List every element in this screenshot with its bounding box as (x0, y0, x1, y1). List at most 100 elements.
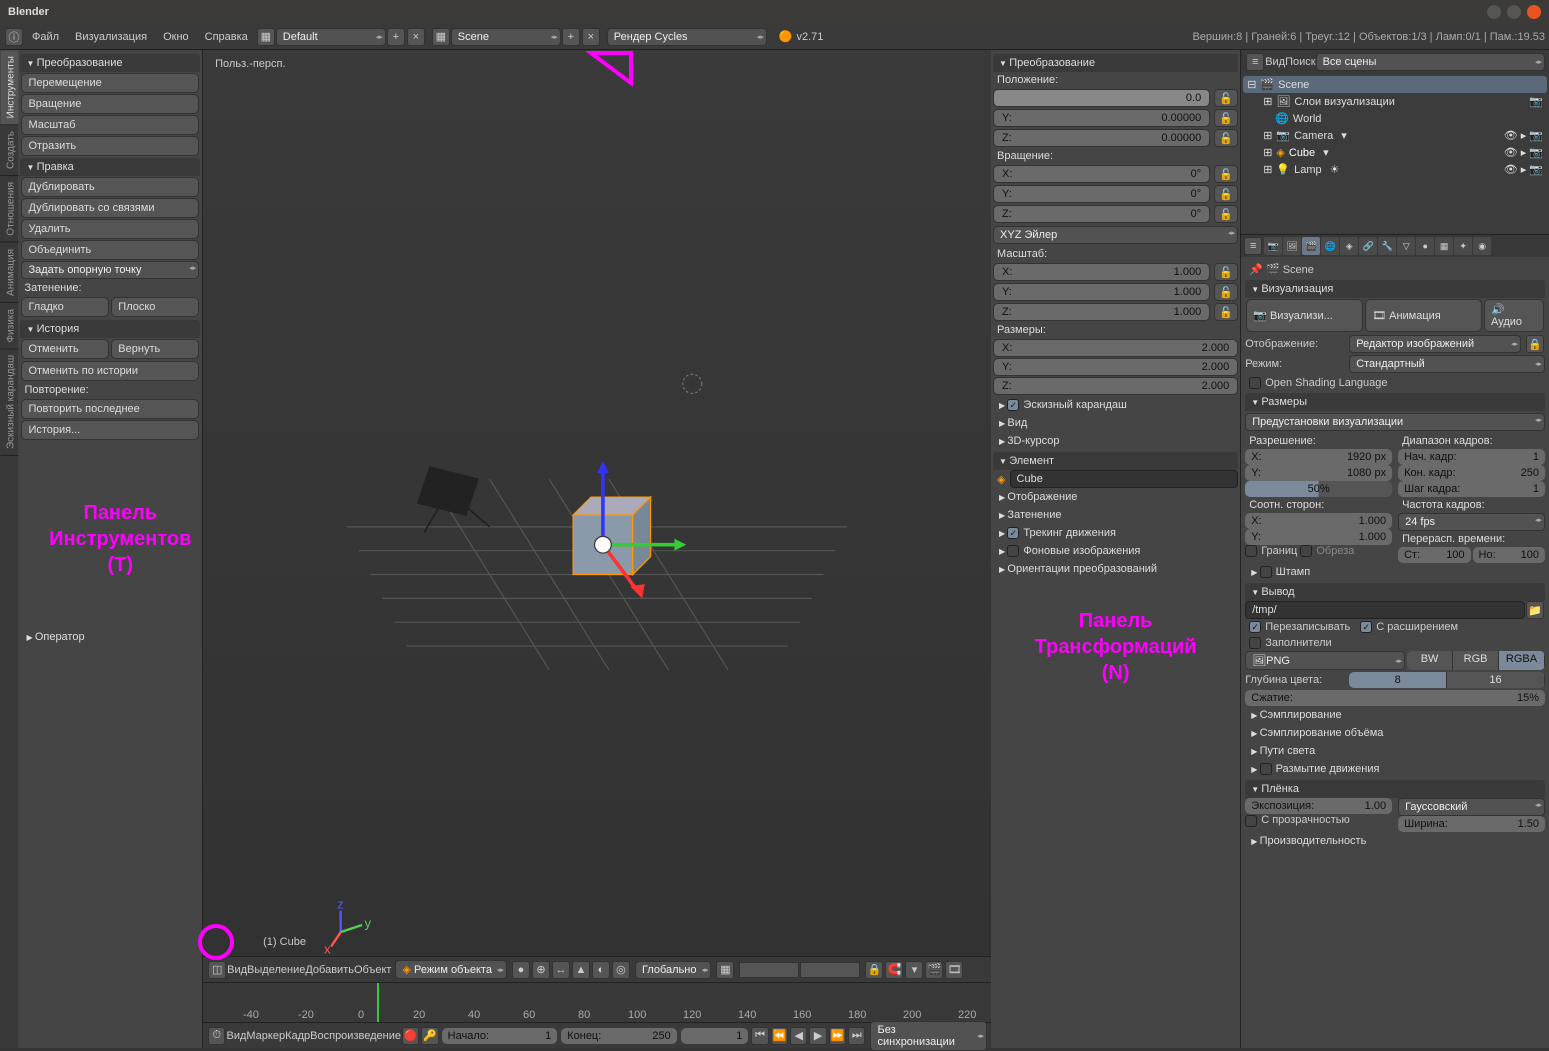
frame-step-field[interactable]: Шаг кадра:1 (1398, 481, 1545, 497)
render-anim-icon[interactable]: 🎞 (945, 961, 963, 979)
frame-current-field[interactable]: 1 (681, 1028, 749, 1044)
outliner-menu-search[interactable]: Поиск (1285, 56, 1315, 68)
performance-header[interactable]: Производительность (1245, 832, 1545, 850)
rot-x-field[interactable]: X:0° (993, 165, 1210, 183)
rotation-mode-dropdown[interactable]: XYZ Эйлер (993, 226, 1238, 244)
frame-start-field[interactable]: Начало:1 (442, 1028, 558, 1044)
scene-layers[interactable] (739, 962, 799, 978)
dim-z-field[interactable]: Z:2.000 (993, 377, 1238, 395)
render-button[interactable]: 📷 Визуализи... (1246, 299, 1363, 332)
operator-header[interactable]: Оператор (20, 628, 200, 646)
outliner-filter[interactable]: Все сцены (1316, 53, 1545, 71)
manipulator-translate-icon[interactable]: ▲ (572, 961, 590, 979)
filter-width-field[interactable]: Ширина:1.50 (1398, 816, 1545, 832)
placeholders-checkbox[interactable] (1249, 637, 1261, 649)
color-depth-toggle[interactable]: 816 (1349, 672, 1545, 688)
loc-y-field[interactable]: Y:0.00000 (993, 109, 1210, 127)
dimensions-panel-header[interactable]: Размеры (1245, 393, 1545, 411)
display-mode-dropdown[interactable]: Редактор изображений (1349, 335, 1521, 353)
vtab-relations[interactable]: Отношения (0, 176, 18, 243)
lock-loc-x-icon[interactable]: 🔓 (1214, 89, 1238, 107)
output-path-input[interactable] (1245, 601, 1525, 619)
ptab-particles[interactable]: ✦ (1454, 237, 1472, 255)
view3d-editor-icon[interactable]: ◫ (208, 961, 226, 979)
render-engine-selector[interactable]: Рендер Cycles (607, 28, 767, 46)
loc-x-field[interactable]: 0.0 (993, 89, 1210, 107)
compression-field[interactable]: Сжатие:15% (1245, 690, 1545, 706)
ptab-scene[interactable]: 🎬 (1302, 237, 1320, 255)
aspect-x-field[interactable]: X:1.000 (1245, 513, 1392, 529)
lock-loc-z-icon[interactable]: 🔓 (1214, 129, 1238, 147)
vp-menu-object[interactable]: Объект (354, 964, 391, 976)
n-shading-header[interactable]: Затенение (993, 506, 1238, 524)
shading-solid-icon[interactable]: ● (512, 961, 530, 979)
repeat-last-button[interactable]: Повторить последнее (21, 399, 199, 419)
breadcrumb-scene[interactable]: Scene (1283, 264, 1314, 276)
dim-x-field[interactable]: X:2.000 (993, 339, 1238, 357)
render-panel-header[interactable]: Визуализация (1245, 280, 1545, 298)
lock-rot-x-icon[interactable]: 🔓 (1214, 165, 1238, 183)
edit-header[interactable]: Правка (20, 158, 200, 176)
pivot-icon[interactable]: ⊕ (532, 961, 550, 979)
ptab-physics[interactable]: ◉ (1473, 237, 1491, 255)
n-orient-header[interactable]: Ориентации преобразований (993, 560, 1238, 578)
n-item-header[interactable]: Элемент (993, 452, 1238, 470)
ptab-constraints[interactable]: 🔗 (1359, 237, 1377, 255)
loc-z-field[interactable]: Z:0.00000 (993, 129, 1210, 147)
res-y-field[interactable]: Y:1080 px (1245, 465, 1392, 481)
motion-blur-header[interactable]: Размытие движения (1245, 760, 1545, 778)
duplicate-linked-button[interactable]: Дублировать со связями (21, 198, 199, 218)
layout-browse-icon[interactable]: ▦ (257, 28, 275, 46)
menu-help[interactable]: Справка (197, 31, 256, 43)
scale-y-field[interactable]: Y:1.000 (993, 283, 1210, 301)
menu-window[interactable]: Окно (155, 31, 197, 43)
vtab-animation[interactable]: Анимация (0, 243, 18, 303)
stamp-header[interactable]: Штамп (1245, 563, 1545, 581)
end-frame-field[interactable]: Кон. кадр:250 (1398, 465, 1545, 481)
frame-end-field[interactable]: Конец:250 (561, 1028, 677, 1044)
scene-selector[interactable]: Scene (451, 28, 561, 46)
outliner-menu-view[interactable]: Вид (1265, 56, 1285, 68)
lock-rot-z-icon[interactable]: 🔓 (1214, 205, 1238, 223)
render-audio-button[interactable]: 🔊 Аудио (1484, 299, 1544, 332)
mirror-button[interactable]: Отразить (21, 136, 199, 156)
shade-smooth-button[interactable]: Гладко (21, 297, 109, 317)
n-gpencil-header[interactable]: Эскизный карандаш (993, 396, 1238, 414)
transform-header[interactable]: Преобразование (20, 54, 200, 72)
border-checkbox[interactable] (1245, 545, 1257, 557)
vp-menu-select[interactable]: Выделение (247, 964, 305, 976)
filter-dropdown[interactable]: Гауссовский (1398, 798, 1545, 816)
ptab-render[interactable]: 📷 (1264, 237, 1282, 255)
crop-checkbox[interactable] (1300, 545, 1312, 557)
n-transform-header[interactable]: Преобразование (993, 54, 1238, 72)
tree-cube[interactable]: ⊞◈Cube▾👁 ▸ 📷 (1243, 144, 1547, 161)
ext-checkbox[interactable] (1360, 621, 1372, 633)
format-dropdown[interactable]: 🖼 PNG (1245, 651, 1405, 670)
translate-button[interactable]: Перемещение (21, 73, 199, 93)
volume-sampling-header[interactable]: Сэмплирование объёма (1245, 724, 1545, 742)
menu-file[interactable]: Файл (24, 31, 67, 43)
maximize-icon[interactable] (1507, 5, 1521, 19)
del-layout-icon[interactable]: × (407, 28, 425, 46)
n-cursor-header[interactable]: 3D-курсор (993, 432, 1238, 450)
lock-scale-z-icon[interactable]: 🔓 (1214, 303, 1238, 321)
tree-world[interactable]: 🌐World (1243, 110, 1547, 127)
vtab-create[interactable]: Создать (0, 125, 18, 176)
jump-end-icon[interactable]: ⏭ (848, 1027, 865, 1045)
vp-menu-view[interactable]: Вид (227, 964, 247, 976)
mode-selector[interactable]: ◈ Режим объекта (395, 960, 507, 979)
aspect-y-field[interactable]: Y:1.000 (1245, 529, 1392, 545)
undo-button[interactable]: Отменить (21, 339, 109, 359)
ptab-layers[interactable]: 🖼 (1283, 237, 1301, 255)
timeline-editor-icon[interactable]: ⏱ (208, 1027, 225, 1045)
history-header[interactable]: История (20, 320, 200, 338)
color-mode-toggle[interactable]: BWRGBRGBA (1407, 651, 1545, 670)
res-pct-slider[interactable]: 50% (1245, 481, 1392, 497)
scene-browse-icon[interactable]: ▦ (432, 28, 450, 46)
exposure-field[interactable]: Экспозиция:1.00 (1245, 798, 1392, 814)
remap-new-field[interactable]: Но:100 (1473, 547, 1545, 563)
undo-history-button[interactable]: Отменить по истории (21, 361, 199, 381)
tl-menu-playback[interactable]: Воспроизведение (310, 1030, 401, 1042)
tree-scene[interactable]: ⊟🎬Scene (1243, 76, 1547, 93)
jump-prev-icon[interactable]: ⏪ (771, 1027, 788, 1045)
